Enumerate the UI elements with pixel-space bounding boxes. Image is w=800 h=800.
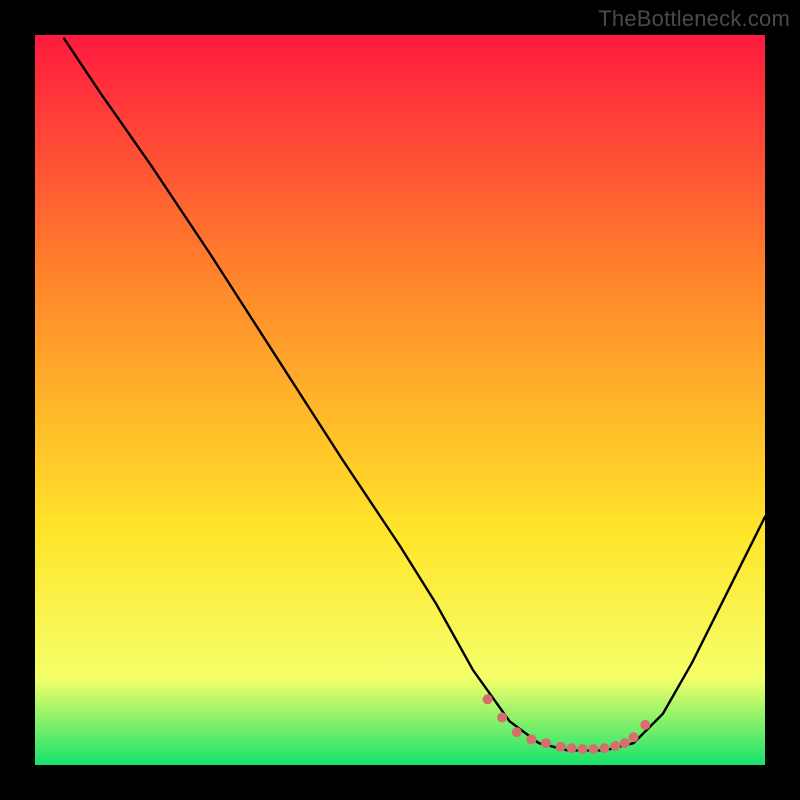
marker-dot xyxy=(567,743,577,753)
marker-dot xyxy=(512,727,522,737)
marker-dot xyxy=(556,742,566,752)
marker-dot xyxy=(599,743,609,753)
chart-svg xyxy=(35,35,765,765)
marker-dot xyxy=(483,694,493,704)
marker-dot xyxy=(629,732,639,742)
marker-dot xyxy=(640,720,650,730)
marker-dot xyxy=(588,744,598,754)
chart-frame: TheBottleneck.com xyxy=(0,0,800,800)
marker-dot xyxy=(610,741,620,751)
gradient-background xyxy=(35,35,765,765)
marker-dot xyxy=(620,738,630,748)
watermark-text: TheBottleneck.com xyxy=(598,6,790,32)
marker-dot xyxy=(526,734,536,744)
marker-dot xyxy=(541,738,551,748)
marker-dot xyxy=(497,713,507,723)
marker-dot xyxy=(578,744,588,754)
plot-area xyxy=(35,35,765,765)
